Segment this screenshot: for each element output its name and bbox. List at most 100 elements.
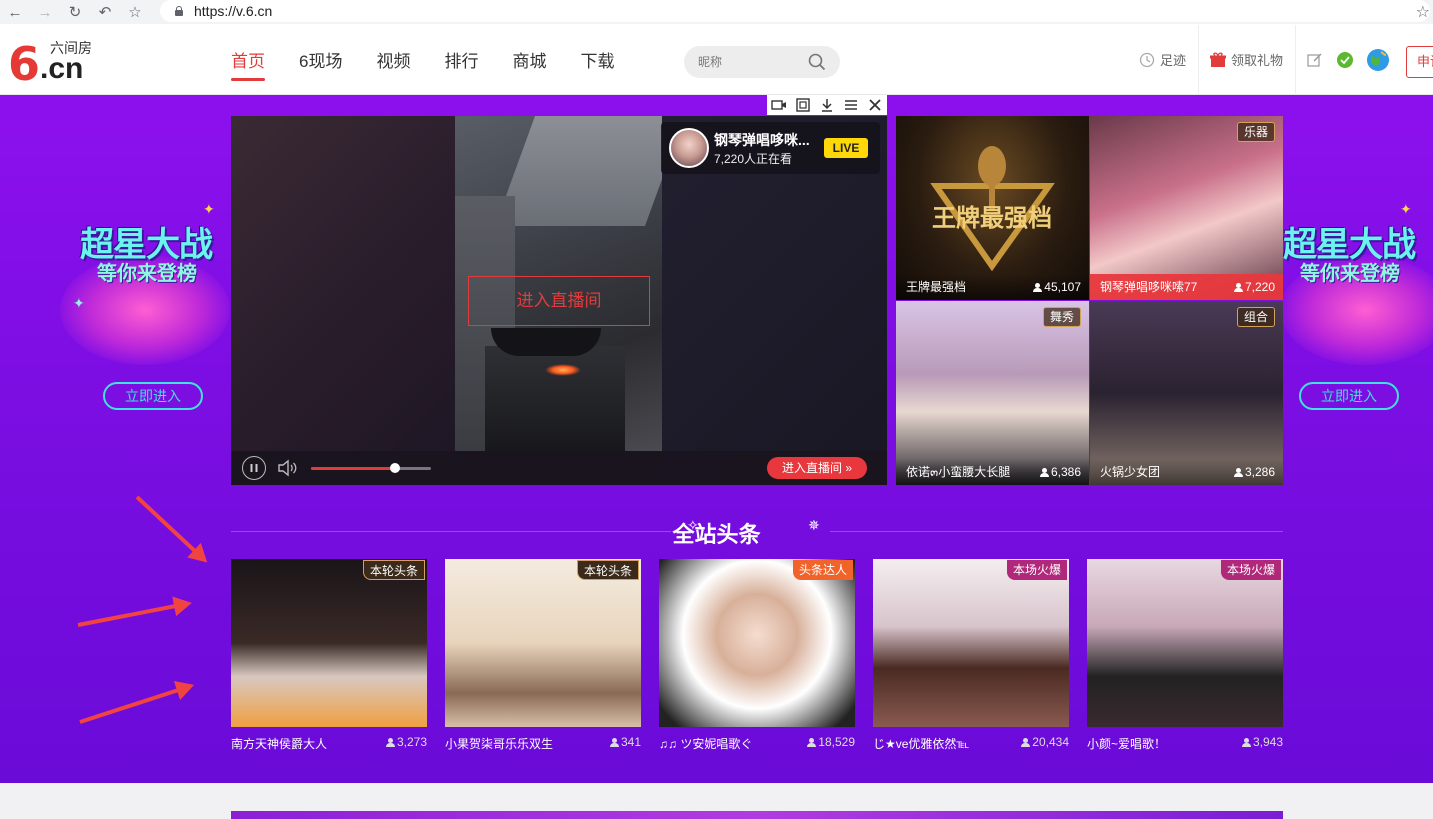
- video-player[interactable]: 进入直播间 钢琴弹唱哆咪... 7,220人正在看 LIVE 进入直播间 »: [231, 116, 887, 485]
- volume-fill: [311, 467, 395, 470]
- category-badge: 舞秀: [1042, 307, 1081, 327]
- thumb-card[interactable]: 舞秀 依诺๓小蛮腰大长腿 6,386: [896, 301, 1089, 485]
- thumb-count: 45,107: [1044, 280, 1081, 294]
- close-icon[interactable]: [863, 95, 887, 115]
- promo-enter-button-right[interactable]: 立即进入: [1299, 382, 1399, 410]
- lock-icon: [174, 6, 184, 16]
- headline-card[interactable]: 本场火爆 じ★ve优雅依然℡ 20,434: [873, 559, 1069, 751]
- thumb-count: 6,386: [1050, 465, 1081, 479]
- promo-enter-button-left[interactable]: 立即进入: [103, 382, 203, 410]
- headline-count: 3,943: [1252, 735, 1283, 749]
- back-icon[interactable]: ←: [0, 0, 30, 24]
- thumb-count: 7,220: [1244, 280, 1275, 294]
- headline-card[interactable]: 本场火爆 小颜~爱唱歌！ 3,943: [1087, 559, 1283, 751]
- nav-ranking[interactable]: 排行: [444, 24, 478, 95]
- search-icon[interactable]: [808, 53, 826, 71]
- person-icon: [1233, 468, 1243, 477]
- promo-left[interactable]: 超星大战 等你来登榜 ✦ ✦: [55, 195, 245, 395]
- annotation-arrow: [79, 686, 186, 724]
- headline-card[interactable]: 本轮头条 南方天神侯爵大人 3,273: [231, 559, 427, 751]
- footprint-link[interactable]: 足迹: [1138, 40, 1198, 80]
- hero-banner: 超星大战 等你来登榜 ✦ ✦ 立即进入 超星大战 等你来登榜 ✦ 立即进入 进入…: [0, 95, 1433, 783]
- nav-video[interactable]: 视频: [376, 24, 410, 95]
- divider: [1295, 24, 1297, 95]
- person-icon: [1039, 468, 1049, 477]
- headline-image[interactable]: 本场火爆: [873, 559, 1069, 727]
- logo-six: 6: [8, 37, 40, 91]
- headline-image[interactable]: 本轮头条: [231, 559, 427, 727]
- verified-icon[interactable]: [1336, 51, 1354, 69]
- enter-room-button[interactable]: 进入直播间 »: [767, 457, 867, 479]
- search-input[interactable]: [698, 46, 798, 78]
- volume-slider[interactable]: [311, 463, 431, 473]
- headline-card[interactable]: 头条达人 ♫♫ ツ安妮唱歌ぐ 18,529: [659, 559, 855, 751]
- category-badge: 组合: [1236, 307, 1275, 327]
- avatar[interactable]: [669, 128, 709, 168]
- headline-image[interactable]: 本轮头条: [445, 559, 641, 727]
- thumb-title: 依诺๓小蛮腰大长腿: [906, 465, 1011, 479]
- headline-count: 18,529: [818, 735, 855, 749]
- undo-icon[interactable]: ↶: [90, 0, 120, 24]
- nav-live-scene[interactable]: 6现场: [299, 24, 342, 95]
- edit-icon[interactable]: [1306, 51, 1324, 69]
- footprint-label: 足迹: [1160, 53, 1187, 68]
- headline-tag: 本轮头条: [576, 560, 639, 580]
- video-wok: [491, 328, 601, 356]
- headline-name: 南方天神侯爵大人: [231, 737, 328, 751]
- headline-name: ♫♫ ツ安妮唱歌ぐ: [659, 737, 753, 751]
- promo-subtitle: 等你来登榜: [1300, 263, 1400, 285]
- menu-icon[interactable]: [839, 95, 863, 115]
- promo-subtitle: 等你来登榜: [97, 263, 197, 285]
- headline-image[interactable]: 头条达人: [659, 559, 855, 727]
- viewer-count: 7,220人正在看: [714, 152, 793, 166]
- video-hood: [494, 116, 662, 226]
- person-icon: [1021, 738, 1031, 747]
- pause-icon[interactable]: [242, 456, 266, 480]
- volume-handle[interactable]: [390, 463, 400, 473]
- thumb-card[interactable]: 乐器 钢琴弹唱哆咪嗦77 7,220: [1090, 116, 1283, 300]
- live-badge: LIVE: [824, 138, 868, 158]
- headline-count: 3,273: [396, 735, 427, 749]
- nav-shop[interactable]: 商城: [512, 24, 546, 95]
- nav-home[interactable]: 首页: [231, 24, 265, 95]
- streamer-card[interactable]: 钢琴弹唱哆咪... 7,220人正在看 LIVE: [661, 122, 880, 174]
- apply-button[interactable]: 申请: [1406, 46, 1433, 78]
- camera-icon[interactable]: [767, 95, 791, 115]
- headline-viewers: 341: [609, 735, 641, 749]
- category-badge: 乐器: [1236, 122, 1275, 142]
- headline-tag: 头条达人: [792, 560, 853, 580]
- thumb-card[interactable]: 王牌最强档 王牌最强档 45,107: [896, 116, 1089, 300]
- person-icon: [1241, 738, 1251, 747]
- header-actions: 足迹 领取礼物: [1138, 24, 1394, 95]
- enter-room-overlay[interactable]: 进入直播间: [468, 276, 650, 326]
- download-icon[interactable]: [815, 95, 839, 115]
- headline-card[interactable]: 本轮头条 小果贺柒哥乐乐双生 341: [445, 559, 641, 751]
- volume-icon[interactable]: [277, 459, 299, 477]
- gift-label: 领取礼物: [1231, 53, 1284, 68]
- nav-download[interactable]: 下载: [580, 24, 614, 95]
- url-text: https://v.6.cn: [194, 3, 273, 19]
- bookmark-star-icon[interactable]: ☆: [1416, 2, 1430, 22]
- gift-link[interactable]: 领取礼物: [1209, 40, 1295, 80]
- headline-image[interactable]: 本场火爆: [1087, 559, 1283, 727]
- trophy-art-text: 王牌最强档: [932, 204, 1052, 232]
- player-controls: 进入直播间 »: [231, 451, 887, 485]
- player-toolbar: [767, 95, 887, 115]
- promo-right[interactable]: 超星大战 等你来登榜 ✦: [1275, 195, 1433, 395]
- address-bar[interactable]: https://v.6.cn ☆: [160, 0, 1430, 22]
- headline-viewers: 3,943: [1241, 735, 1283, 749]
- divider: [1198, 24, 1200, 95]
- browser-toolbar: ← → ↻ ↶ ☆ https://v.6.cn ☆: [0, 0, 1433, 24]
- person-icon: [807, 738, 817, 747]
- forward-icon[interactable]: →: [30, 0, 60, 24]
- next-section-banner[interactable]: [231, 811, 1283, 819]
- fullscreen-icon[interactable]: [791, 95, 815, 115]
- star-icon: ✦: [203, 201, 215, 217]
- thumb-card[interactable]: 组合 火锅少女团 3,286: [1090, 301, 1283, 485]
- site-logo[interactable]: 6 .cn 六间房: [8, 37, 92, 91]
- globe-icon[interactable]: [1366, 48, 1390, 72]
- streamer-name: 钢琴弹唱哆咪...: [714, 132, 810, 148]
- bookmark-icon[interactable]: ☆: [120, 0, 150, 24]
- reload-icon[interactable]: ↻: [60, 0, 90, 24]
- thumb-title: 钢琴弹唱哆咪嗦77: [1100, 280, 1198, 294]
